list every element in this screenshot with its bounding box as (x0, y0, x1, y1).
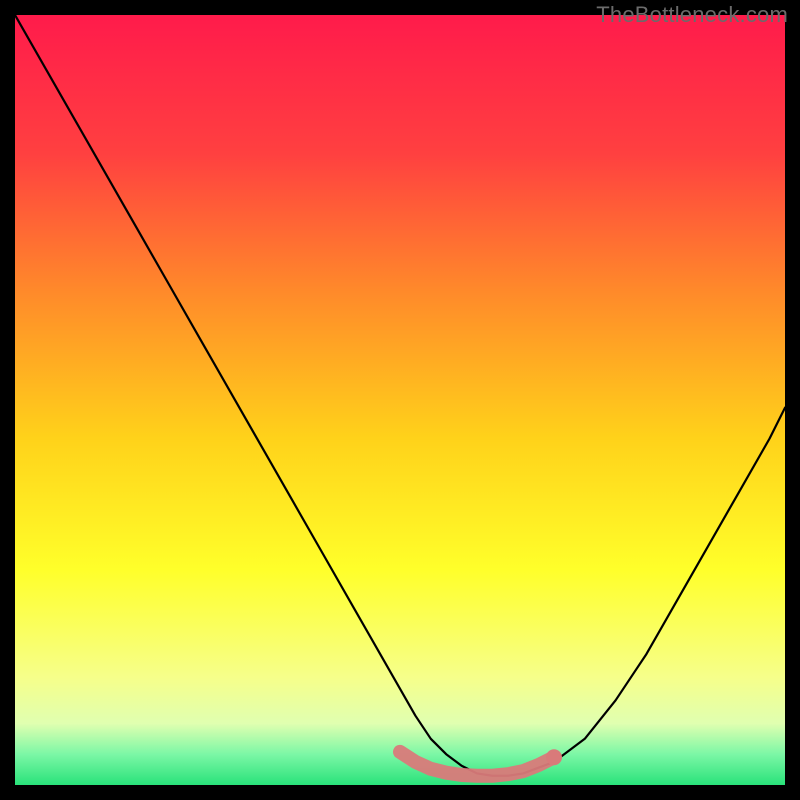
highlight-dot (546, 749, 562, 765)
chart-svg (15, 15, 785, 785)
plot-area (15, 15, 785, 785)
chart-frame: TheBottleneck.com (0, 0, 800, 800)
watermark-text: TheBottleneck.com (596, 2, 788, 28)
